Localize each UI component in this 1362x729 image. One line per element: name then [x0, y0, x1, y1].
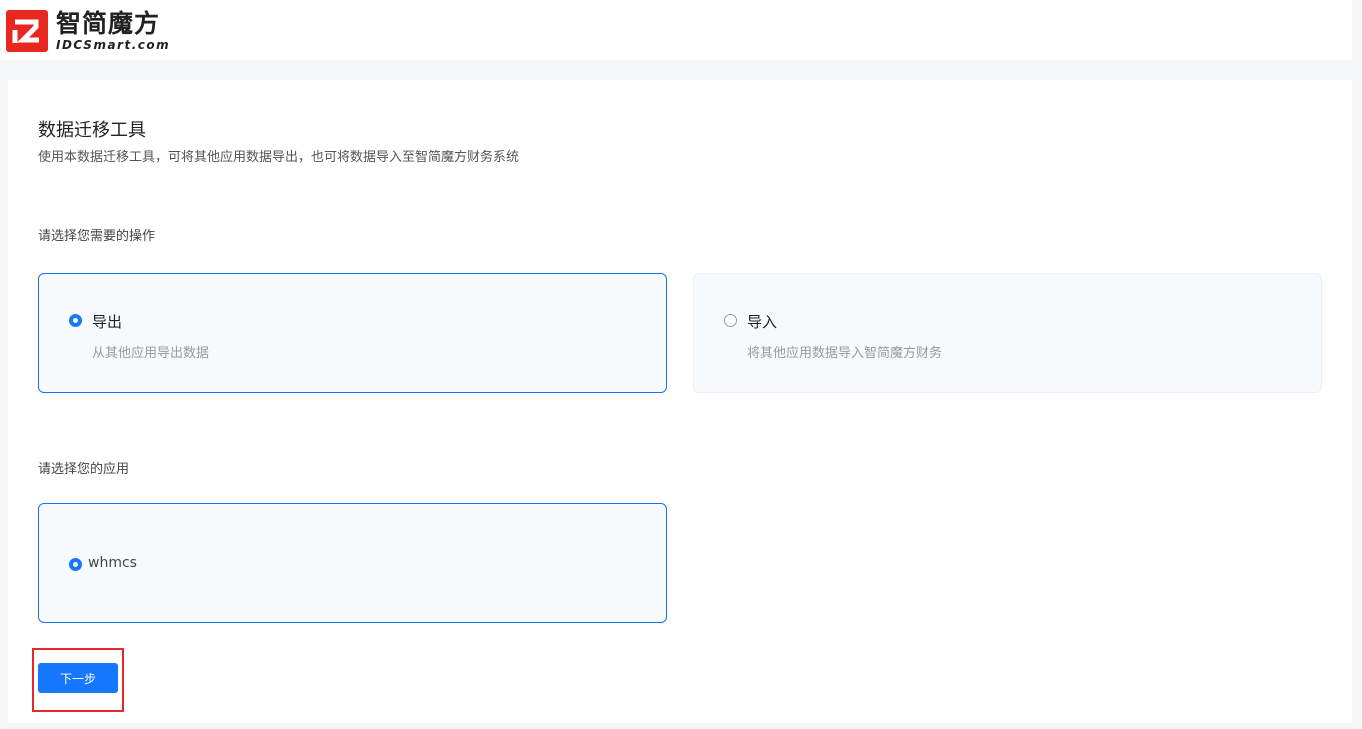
operation-section-label: 请选择您需要的操作: [38, 229, 156, 244]
logo-icon: [6, 10, 48, 52]
logo[interactable]: 智简魔方 IDCSmart.com: [6, 8, 170, 54]
option-app-whmcs[interactable]: whmcs: [38, 503, 667, 623]
page-title: 数据迁移工具: [38, 120, 146, 141]
option-export[interactable]: 导出 从其他应用导出数据: [38, 273, 667, 393]
import-radio[interactable]: [724, 314, 737, 327]
logo-text-en: IDCSmart.com: [56, 38, 171, 52]
page-subtitle: 使用本数据迁移工具，可将其他应用数据导出，也可将数据导入至智简魔方财务系统: [38, 150, 520, 165]
top-header: 智简魔方 IDCSmart.com: [0, 0, 1352, 60]
migration-panel: 数据迁移工具 使用本数据迁移工具，可将其他应用数据导出，也可将数据导入至智简魔方…: [8, 80, 1352, 723]
import-desc: 将其他应用数据导入智简魔方财务: [747, 346, 943, 361]
export-radio[interactable]: [69, 314, 82, 327]
export-title: 导出: [92, 313, 123, 331]
import-title: 导入: [747, 313, 778, 331]
whmcs-radio[interactable]: [69, 558, 82, 571]
export-desc: 从其他应用导出数据: [92, 346, 210, 361]
app-section-label: 请选择您的应用: [38, 462, 130, 477]
option-import[interactable]: 导入 将其他应用数据导入智简魔方财务: [693, 273, 1322, 393]
whmcs-label: whmcs: [88, 555, 137, 571]
next-step-button[interactable]: 下一步: [38, 663, 118, 693]
logo-text-cn: 智简魔方: [56, 9, 161, 38]
